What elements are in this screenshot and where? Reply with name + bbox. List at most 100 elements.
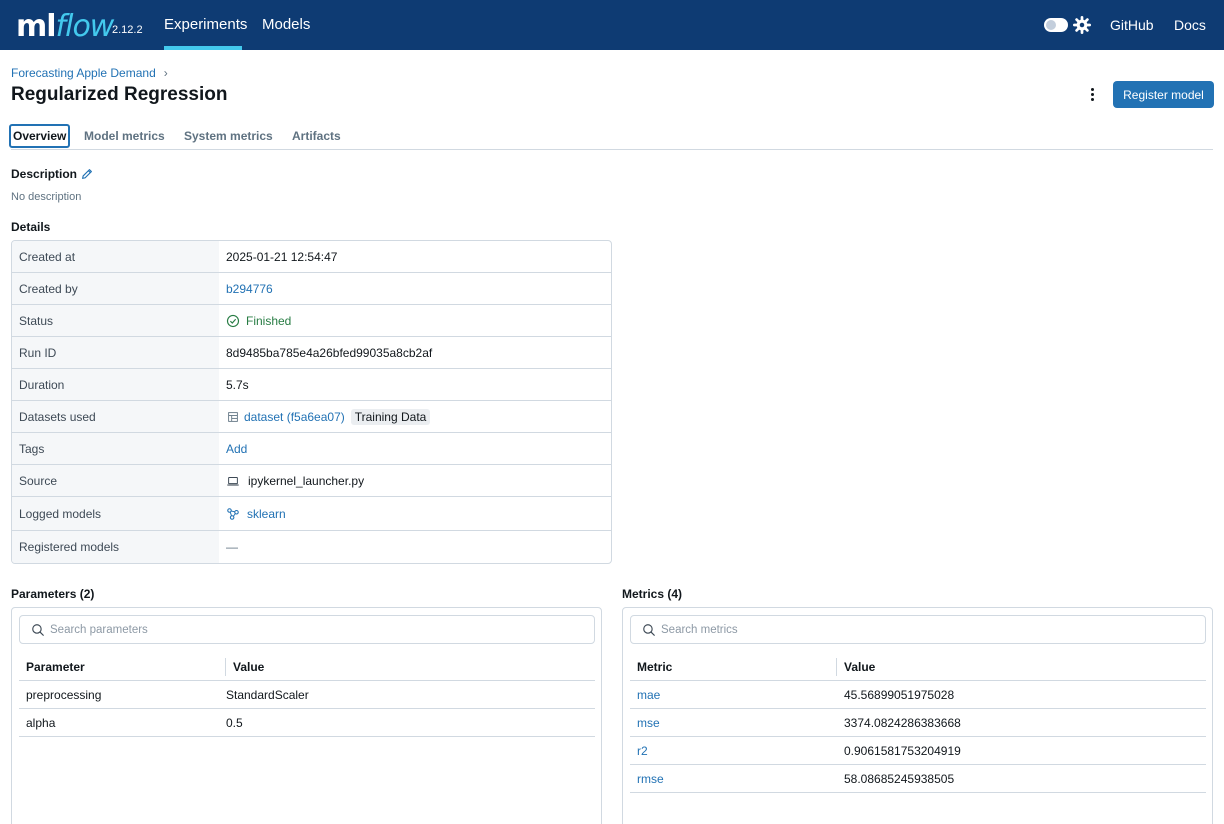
table-icon bbox=[228, 411, 238, 422]
nav-models[interactable]: Models bbox=[262, 0, 310, 50]
metric-link[interactable]: r2 bbox=[637, 737, 648, 765]
more-options-icon[interactable] bbox=[1084, 86, 1100, 104]
breadcrumb: Forecasting Apple Demand › bbox=[11, 66, 168, 80]
description-text: No description bbox=[11, 191, 82, 203]
mlflow-logo[interactable]: mlflow bbox=[16, 3, 115, 47]
metrics-search-box[interactable] bbox=[630, 615, 1206, 644]
logged-model-link[interactable]: sklearn bbox=[247, 507, 286, 521]
details-key: Source bbox=[12, 465, 219, 496]
details-row-status: Status Finished bbox=[12, 305, 611, 337]
source-value: ipykernel_launcher.py bbox=[226, 465, 364, 496]
parameters-panel: Parameter Value preprocessing StandardSc… bbox=[11, 607, 602, 824]
nav-github[interactable]: GitHub bbox=[1110, 0, 1154, 50]
logo-flow: flow bbox=[55, 9, 115, 44]
column-divider[interactable] bbox=[836, 658, 837, 676]
details-row-created-at: Created at 2025-01-21 12:54:47 bbox=[12, 241, 611, 273]
breadcrumb-separator: › bbox=[163, 66, 168, 80]
column-divider[interactable] bbox=[225, 658, 226, 676]
register-model-button[interactable]: Register model bbox=[1113, 81, 1214, 108]
details-key: Duration bbox=[12, 369, 219, 400]
details-row-run-id: Run ID 8d9485ba785e4a26bfed99035a8cb2af bbox=[12, 337, 611, 369]
details-heading: Details bbox=[11, 220, 51, 234]
metric-link[interactable]: mae bbox=[637, 681, 660, 709]
details-value: 2025-01-21 12:54:47 bbox=[226, 249, 338, 264]
top-navigation-bar: mlflow 2.12.2 Experiments Models GitHub … bbox=[0, 0, 1224, 50]
datasets-value: dataset (f5a6ea07) Training Data bbox=[226, 401, 431, 432]
model-icon bbox=[227, 507, 239, 520]
column-header-value[interactable]: Value bbox=[233, 653, 264, 681]
details-key: Registered models bbox=[12, 531, 219, 563]
tab-artifacts[interactable]: Artifacts bbox=[292, 124, 341, 148]
table-row: mse 3374.0824286383668 bbox=[630, 709, 1206, 737]
theme-toggle-icon[interactable] bbox=[1044, 18, 1068, 32]
parameter-value: 0.5 bbox=[226, 716, 243, 730]
nav-experiments[interactable]: Experiments bbox=[164, 0, 247, 50]
status-text: Finished bbox=[246, 313, 292, 328]
page-title: Regularized Regression bbox=[11, 84, 228, 105]
details-row-registered-models: Registered models — bbox=[12, 531, 611, 563]
parameters-table-header: Parameter Value bbox=[19, 653, 595, 681]
details-row-duration: Duration 5.7s bbox=[12, 369, 611, 401]
check-circle-icon bbox=[226, 314, 240, 327]
duration-value: 5.7s bbox=[226, 377, 249, 392]
dataset-link[interactable]: dataset (f5a6ea07) bbox=[244, 410, 345, 424]
details-key: Tags bbox=[12, 433, 219, 464]
tab-overview[interactable]: Overview bbox=[9, 124, 71, 148]
dataset-context-tag: Training Data bbox=[350, 408, 431, 425]
column-header-value[interactable]: Value bbox=[844, 653, 875, 681]
tab-model-metrics[interactable]: Model metrics bbox=[84, 124, 165, 148]
details-row-created-by: Created by b294776 bbox=[12, 273, 611, 305]
table-row: alpha 0.5 bbox=[19, 709, 595, 737]
version-label: 2.12.2 bbox=[112, 24, 143, 36]
created-by-link[interactable]: b294776 bbox=[226, 273, 273, 304]
table-row: r2 0.9061581753204919 bbox=[630, 737, 1206, 765]
run-id-value: 8d9485ba785e4a26bfed99035a8cb2af bbox=[226, 345, 433, 360]
metric-value: 45.56899051975028 bbox=[844, 688, 955, 702]
parameters-search-input[interactable] bbox=[50, 620, 580, 640]
details-key: Status bbox=[12, 305, 219, 336]
details-table: Created at 2025-01-21 12:54:47 Created b… bbox=[11, 240, 612, 564]
column-header-metric[interactable]: Metric bbox=[637, 653, 672, 681]
laptop-icon bbox=[227, 476, 239, 486]
table-row: rmse 58.08685245938505 bbox=[630, 765, 1206, 793]
search-icon bbox=[32, 624, 44, 636]
pencil-icon[interactable] bbox=[80, 167, 94, 181]
details-key: Created by bbox=[12, 273, 219, 304]
tab-system-metrics[interactable]: System metrics bbox=[184, 124, 273, 148]
metric-link[interactable]: mse bbox=[637, 709, 660, 737]
parameter-value: StandardScaler bbox=[226, 688, 309, 702]
logo-ml: ml bbox=[16, 9, 57, 44]
details-row-logged-models: Logged models sklearn bbox=[12, 497, 611, 531]
nav-docs[interactable]: Docs bbox=[1174, 0, 1206, 50]
search-icon bbox=[643, 624, 655, 636]
description-heading: Description bbox=[11, 167, 78, 181]
details-key: Logged models bbox=[12, 497, 219, 530]
details-key: Created at bbox=[12, 241, 219, 272]
breadcrumb-experiment-link[interactable]: Forecasting Apple Demand bbox=[11, 66, 156, 80]
parameter-name: alpha bbox=[26, 716, 56, 730]
metrics-search-input[interactable] bbox=[661, 620, 1191, 640]
logged-models-value: sklearn bbox=[226, 497, 286, 530]
metrics-heading: Metrics (4) bbox=[622, 587, 683, 601]
active-nav-indicator bbox=[164, 46, 242, 50]
table-row: mae 45.56899051975028 bbox=[630, 681, 1206, 709]
details-row-source: Source ipykernel_launcher.py bbox=[12, 465, 611, 497]
add-tag-link[interactable]: Add bbox=[226, 433, 247, 464]
metric-value: 0.9061581753204919 bbox=[844, 744, 961, 758]
parameters-heading: Parameters (2) bbox=[11, 587, 95, 601]
details-row-tags: Tags Add bbox=[12, 433, 611, 465]
details-row-datasets: Datasets used dataset (f5a6ea07) Trainin… bbox=[12, 401, 611, 433]
metric-value: 3374.0824286383668 bbox=[844, 716, 961, 730]
metric-link[interactable]: rmse bbox=[637, 765, 664, 793]
metrics-table-header: Metric Value bbox=[630, 653, 1206, 681]
run-tabs: Overview Model metrics System metrics Ar… bbox=[9, 124, 1213, 150]
gear-icon[interactable] bbox=[1073, 16, 1091, 34]
status-badge: Finished bbox=[226, 305, 291, 336]
registered-models-value: — bbox=[226, 540, 238, 554]
column-header-parameter[interactable]: Parameter bbox=[26, 653, 85, 681]
parameter-name: preprocessing bbox=[26, 688, 102, 702]
parameters-search-box[interactable] bbox=[19, 615, 595, 644]
table-row: preprocessing StandardScaler bbox=[19, 681, 595, 709]
details-key: Datasets used bbox=[12, 401, 219, 432]
source-name: ipykernel_launcher.py bbox=[248, 473, 365, 488]
